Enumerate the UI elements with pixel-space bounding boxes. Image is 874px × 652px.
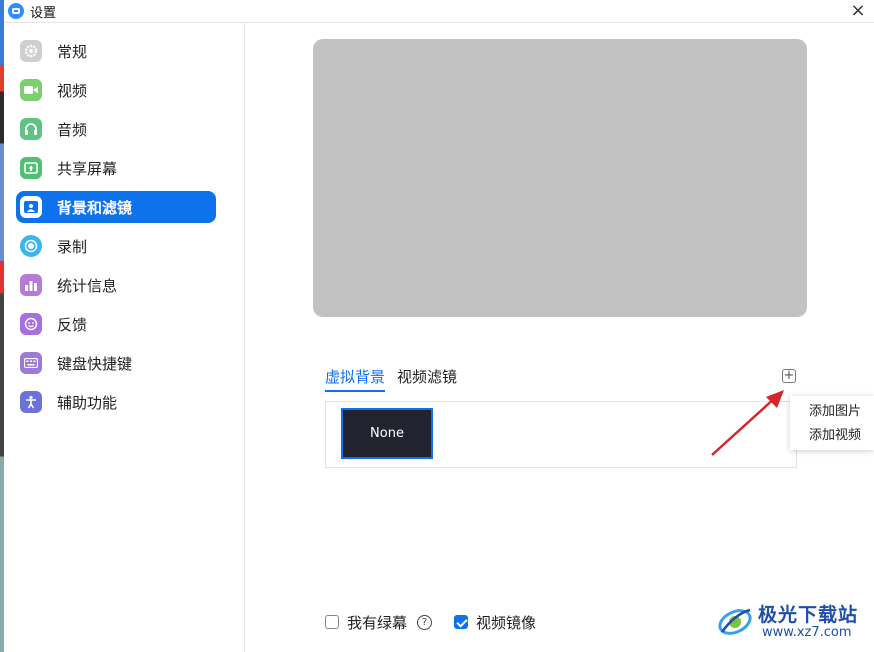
sidebar-item-label: 反馈: [57, 315, 88, 334]
mirror-video-checkbox[interactable]: [454, 615, 469, 629]
sidebar-item-keyboard-shortcuts[interactable]: 键盘快捷键: [16, 347, 216, 379]
add-menu: 添加图片 添加视频: [790, 396, 874, 450]
add-icon[interactable]: +: [782, 369, 796, 383]
watermark-logo-icon: [718, 608, 752, 635]
sidebar-item-label: 录制: [57, 237, 88, 256]
sidebar-item-label: 常规: [57, 42, 88, 61]
help-icon[interactable]: ?: [417, 614, 433, 630]
sidebar-item-label: 背景和滤镜: [57, 198, 133, 217]
share-screen-icon: [20, 157, 42, 179]
window-title: 设置: [30, 5, 57, 21]
green-screen-checkbox[interactable]: [325, 615, 339, 629]
tab-video-filters[interactable]: 视频滤镜: [397, 366, 457, 392]
watermark-url: www.xz7.com: [762, 625, 852, 640]
watermark: 极光下载站 www.xz7.com: [716, 600, 866, 644]
green-screen-label: 我有绿幕: [347, 613, 408, 632]
sidebar-item-label: 辅助功能: [57, 393, 118, 412]
mirror-video-label: 视频镜像: [476, 613, 537, 632]
background-icon: [20, 196, 42, 218]
accessibility-icon: [20, 391, 42, 413]
video-preview: [313, 39, 807, 317]
background-tabs: 虚拟背景 视频滤镜: [325, 366, 469, 392]
sidebar-item-general[interactable]: 常规: [16, 35, 216, 67]
sidebar-item-label: 音频: [57, 120, 88, 139]
app-logo-icon: [8, 3, 24, 19]
tab-virtual-background[interactable]: 虚拟背景: [325, 366, 386, 392]
video-icon: [20, 79, 42, 101]
gear-icon: [20, 40, 42, 62]
headphones-icon: [20, 118, 42, 140]
stats-icon: [20, 274, 42, 296]
add-video-menu-item[interactable]: 添加视频: [790, 424, 874, 448]
sidebar-item-video[interactable]: 视频: [16, 74, 216, 106]
sidebar-item-label: 键盘快捷键: [57, 354, 133, 373]
keyboard-icon: [20, 352, 42, 374]
background-none-thumbnail[interactable]: None: [341, 408, 433, 459]
sidebar-item-background-filters[interactable]: 背景和滤镜: [16, 191, 216, 223]
sidebar-item-label: 视频: [57, 81, 88, 100]
sidebar-item-statistics[interactable]: 统计信息: [16, 269, 216, 301]
sidebar-item-share-screen[interactable]: 共享屏幕: [16, 152, 216, 184]
sidebar-item-feedback[interactable]: 反馈: [16, 308, 216, 340]
settings-sidebar: 常规 视频 音频 共享屏幕 背景和滤镜 录制 统计信息 反馈 键盘快捷键 辅助功…: [4, 23, 245, 652]
sidebar-item-audio[interactable]: 音频: [16, 113, 216, 145]
watermark-title: 极光下载站: [758, 604, 859, 626]
close-icon[interactable]: ×: [848, 1, 868, 21]
sidebar-item-accessibility[interactable]: 辅助功能: [16, 386, 216, 418]
title-bar: 设置 ×: [4, 0, 874, 23]
sidebar-item-label: 统计信息: [57, 276, 118, 295]
sidebar-item-recording[interactable]: 录制: [16, 230, 216, 262]
feedback-icon: [20, 313, 42, 335]
options-row: 我有绿幕 ? 视频镜像: [325, 612, 536, 632]
record-icon: [20, 235, 42, 257]
sidebar-item-label: 共享屏幕: [57, 159, 118, 178]
add-image-menu-item[interactable]: 添加图片: [790, 400, 874, 424]
annotation-arrow: [711, 390, 784, 456]
